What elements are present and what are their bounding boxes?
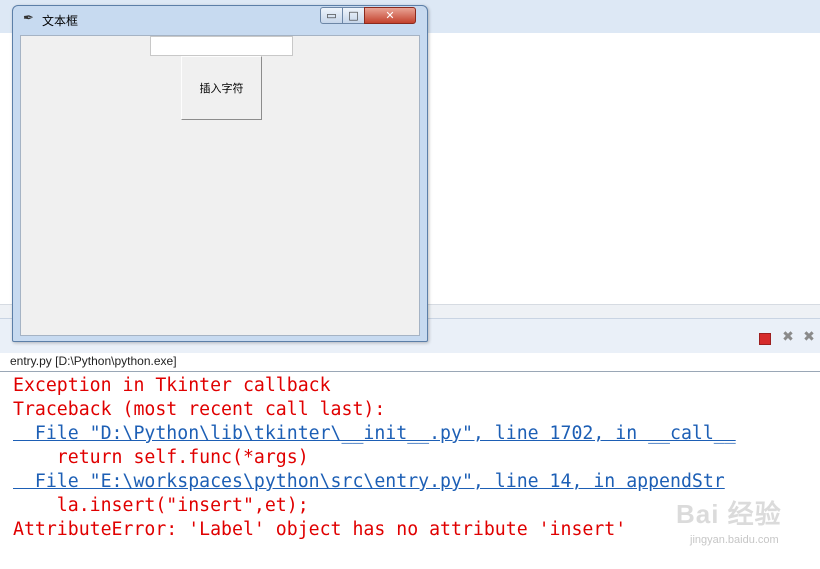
console-line: Traceback (most recent call last): bbox=[13, 399, 386, 420]
traceback-file-link[interactable]: File "E:\workspaces\python\src\entry.py"… bbox=[13, 471, 725, 492]
console-output: Exception in Tkinter callback Traceback (… bbox=[13, 374, 736, 542]
remove-launch-icon[interactable]: ✖ bbox=[781, 330, 795, 344]
close-button[interactable]: ✕ bbox=[364, 7, 416, 24]
minimize-button[interactable]: ▭ bbox=[320, 7, 343, 24]
text-entry[interactable] bbox=[150, 36, 293, 56]
window-title: 文本框 bbox=[42, 14, 79, 28]
watermark-url: jingyan.baidu.com bbox=[690, 534, 779, 546]
traceback-file-link[interactable]: File "D:\Python\lib\tkinter\__init__.py"… bbox=[13, 423, 736, 444]
console-line: Exception in Tkinter callback bbox=[13, 375, 331, 396]
console-line-container: File "D:\Python\lib\tkinter\__init__.py"… bbox=[13, 422, 736, 446]
console-line: return self.func(*args) bbox=[13, 447, 309, 468]
feather-icon: ✒ bbox=[23, 11, 34, 26]
remove-all-icon[interactable]: ✖ bbox=[802, 330, 816, 344]
console-line: AttributeError: 'Label' object has no at… bbox=[13, 519, 627, 540]
window-title-bar[interactable]: ✒ 文本框 ▭ □ ✕ bbox=[13, 6, 427, 33]
watermark: Bai 经验 bbox=[676, 499, 782, 529]
tk-window: ✒ 文本框 ▭ □ ✕ 插入字符 bbox=[12, 5, 428, 342]
stop-icon[interactable] bbox=[759, 333, 771, 345]
insert-char-button[interactable]: 插入字符 bbox=[181, 56, 262, 120]
console-divider bbox=[0, 371, 820, 372]
console-title: entry.py [D:\Python\python.exe] bbox=[10, 354, 177, 368]
window-client-area: 插入字符 bbox=[20, 35, 420, 336]
console-line: la.insert("insert",et); bbox=[13, 495, 309, 516]
maximize-button[interactable]: □ bbox=[342, 7, 365, 24]
console-line-container: File "E:\workspaces\python\src\entry.py"… bbox=[13, 470, 736, 494]
